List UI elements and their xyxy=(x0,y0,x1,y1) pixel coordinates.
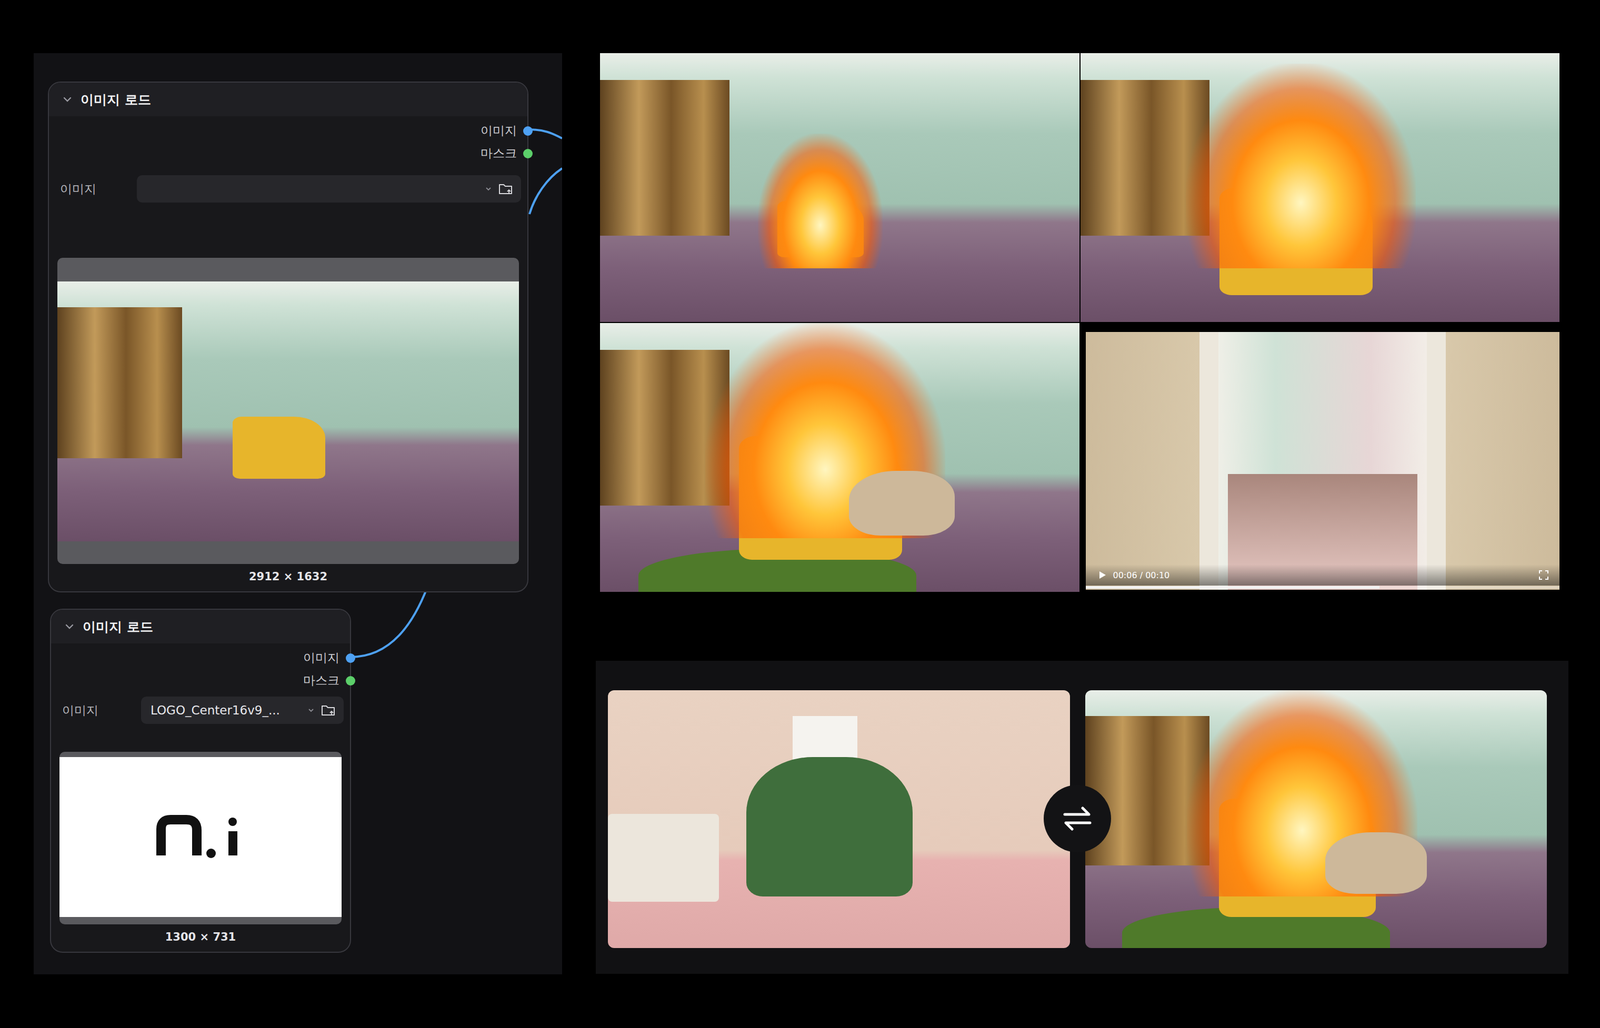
swap-button[interactable] xyxy=(1043,785,1112,853)
preview-image xyxy=(59,757,342,918)
collapse-chevron-icon[interactable] xyxy=(63,621,76,633)
output-slot[interactable]: 이미지 xyxy=(48,119,533,143)
image-widget: 이미지 LOGO_Center16v9_... xyxy=(51,696,350,725)
folder-upload-icon[interactable] xyxy=(320,703,337,718)
fire xyxy=(757,133,883,269)
comparison-panel xyxy=(595,661,1569,975)
door-frame xyxy=(1426,332,1446,590)
output-slot[interactable]: 마스크 xyxy=(48,142,533,165)
logo-mark-icon xyxy=(155,813,246,862)
wardrobe xyxy=(57,307,183,459)
image-preview xyxy=(57,257,519,565)
video-controls: 00:06 / 00:10 xyxy=(1085,564,1560,586)
image-select[interactable] xyxy=(136,175,522,203)
video-frame xyxy=(1085,332,1560,590)
goat xyxy=(1325,832,1427,895)
image-select[interactable]: LOGO_Center16v9_... xyxy=(141,696,344,725)
image-preview xyxy=(59,752,342,925)
video-time: 00:06 / 00:10 xyxy=(1113,570,1170,581)
fire xyxy=(1185,63,1416,268)
door-frame xyxy=(1199,332,1219,590)
image-widget: 이미지 xyxy=(48,175,528,203)
swap-arrows-icon xyxy=(1060,804,1095,834)
results-column: 00:06 / 00:10 xyxy=(595,53,1569,1028)
output-label: 마스크 xyxy=(480,145,517,162)
image-result[interactable] xyxy=(600,323,1080,593)
image-size: 1300 × 731 xyxy=(51,931,350,944)
output-dot[interactable] xyxy=(523,126,533,136)
wire xyxy=(529,168,563,215)
output-dot[interactable] xyxy=(345,676,356,686)
page: 이미지 로드 이미지 마스크 이미지 2912 × 1632 이미지 로드 이미… xyxy=(0,0,1600,1028)
chair xyxy=(232,416,325,480)
output-dot[interactable] xyxy=(345,653,356,664)
output-dot[interactable] xyxy=(523,148,533,159)
folder-upload-icon[interactable] xyxy=(497,182,514,196)
video-player[interactable]: 00:06 / 00:10 xyxy=(1085,332,1560,590)
output-label: 이미지 xyxy=(303,650,340,667)
towel-sculpture xyxy=(746,757,913,897)
output-slot[interactable]: 마스크 xyxy=(51,669,356,693)
node-canvas[interactable]: 이미지 로드 이미지 마스크 이미지 2912 × 1632 이미지 로드 이미… xyxy=(33,53,563,975)
node-outputs: 이미지 마스크 xyxy=(48,116,528,165)
node-header[interactable]: 이미지 로드 xyxy=(48,82,528,117)
goat xyxy=(848,471,955,536)
image-size: 2912 × 1632 xyxy=(48,570,528,584)
output-label: 마스크 xyxy=(303,672,340,689)
load-image-node[interactable]: 이미지 로드 이미지 마스크 이미지 2912 × 1632 xyxy=(47,81,529,593)
result-gallery: 00:06 / 00:10 xyxy=(600,53,1560,593)
comparison-image[interactable] xyxy=(1085,690,1548,949)
node-title: 이미지 로드 xyxy=(82,618,154,636)
output-label: 이미지 xyxy=(480,122,517,139)
widget-label: 이미지 xyxy=(60,181,137,198)
collapse-chevron-icon[interactable] xyxy=(61,93,74,106)
preview-image xyxy=(57,281,519,542)
widget-label: 이미지 xyxy=(62,702,142,719)
wardrobe xyxy=(600,80,730,236)
image-result[interactable] xyxy=(1080,53,1560,323)
play-icon[interactable] xyxy=(1097,570,1107,580)
sofa xyxy=(607,814,719,903)
dropdown-chevron-icon[interactable] xyxy=(484,184,493,194)
dropdown-chevron-icon[interactable] xyxy=(306,706,316,715)
wire xyxy=(350,587,428,658)
image-select-value: LOGO_Center16v9_... xyxy=(150,703,302,718)
node-outputs: 이미지 마스크 xyxy=(51,643,350,693)
output-slot[interactable]: 이미지 xyxy=(51,646,356,670)
video-progress[interactable] xyxy=(1085,586,1560,589)
load-image-node[interactable]: 이미지 로드 이미지 마스크 이미지 LOGO_Center16v9_... 1… xyxy=(50,608,352,954)
node-header[interactable]: 이미지 로드 xyxy=(51,610,350,644)
video-result[interactable]: 00:06 / 00:10 xyxy=(1080,323,1560,593)
video-progress-fill xyxy=(1085,586,1380,589)
fullscreen-icon[interactable] xyxy=(1538,570,1549,581)
image-result[interactable] xyxy=(600,53,1080,323)
node-title: 이미지 로드 xyxy=(80,91,152,109)
comparison-image[interactable] xyxy=(607,690,1070,949)
